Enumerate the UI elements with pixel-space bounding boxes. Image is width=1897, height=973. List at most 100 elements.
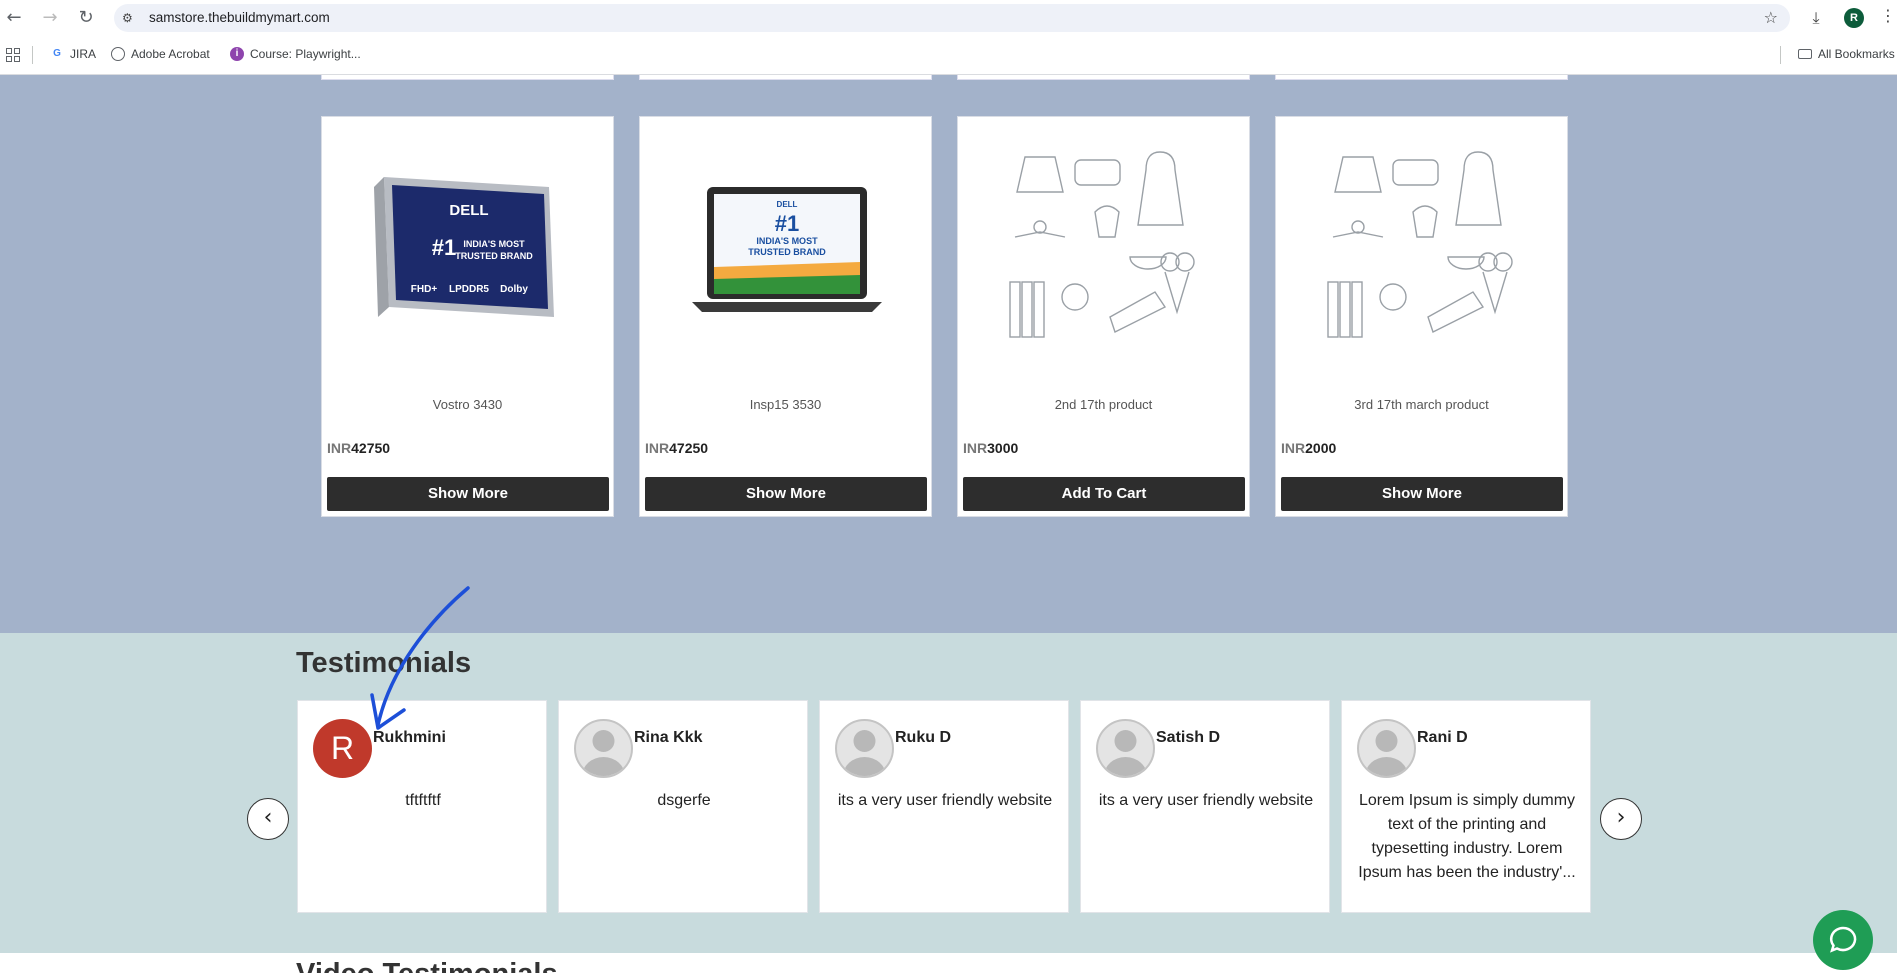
carousel-prev-button[interactable]: ‹ (247, 798, 289, 840)
show-more-button[interactable]: Show More (327, 477, 609, 511)
testimonial-author: Ruku D (895, 729, 951, 746)
testimonial-text: Lorem Ipsum is simply dummy text of the … (1358, 792, 1576, 881)
bookmarks-divider (1780, 46, 1781, 64)
user-avatar-icon (835, 719, 894, 778)
product-image[interactable]: DELL #1 INDIA'S MOST TRUSTED BRAND (650, 127, 923, 377)
products-section: DELL #1 INDIA'S MOST TRUSTED BRAND FHD+ … (0, 75, 1897, 633)
testimonial-text: its a very user friendly website (1098, 792, 1314, 809)
tagline-text: INDIA'S MOST (756, 236, 818, 246)
testimonial-author: Rina Kkk (634, 729, 703, 746)
currency-label: INR (1281, 440, 1306, 456)
course-icon: i (230, 47, 244, 61)
browser-toolbar: ← → ↻ ⚙ samstore.thebuildmymart.com ☆ ⤓ … (0, 0, 1897, 36)
all-bookmarks[interactable]: All Bookmarks (1798, 47, 1895, 61)
product-price: INR42750 (327, 440, 390, 456)
google-icon: G (53, 48, 61, 59)
video-testimonials-title: Video Testimonials (296, 958, 558, 973)
chevron-right-icon: › (1616, 805, 1626, 830)
show-more-button[interactable]: Show More (1281, 477, 1563, 511)
browser-menu-icon[interactable]: ⋮ (1880, 6, 1896, 25)
testimonial-author: Rukhmini (373, 729, 446, 746)
rank-text: #1 (774, 211, 798, 236)
product-name[interactable]: 3rd 17th march product (1276, 397, 1567, 412)
dell-2in1-laptop-image: DELL #1 INDIA'S MOST TRUSTED BRAND FHD+ … (373, 177, 554, 317)
reload-icon[interactable]: ↻ (76, 8, 96, 28)
testimonial-text: tftftftf (405, 792, 441, 809)
address-bar[interactable]: ⚙ samstore.thebuildmymart.com ☆ (114, 4, 1790, 32)
tagline-text: TRUSTED BRAND (455, 251, 533, 261)
globe-icon (111, 47, 125, 61)
tagline-text: TRUSTED BRAND (748, 247, 826, 257)
user-avatar-icon (1357, 719, 1416, 778)
product-name[interactable]: 2nd 17th product (958, 397, 1249, 412)
badge-text: FHD+ (410, 284, 437, 295)
carousel-next-button[interactable]: › (1600, 798, 1642, 840)
currency-label: INR (645, 440, 670, 456)
currency-label: INR (963, 440, 988, 456)
bookmark-label: Course: Playwright... (250, 47, 361, 61)
avatar: R (313, 719, 372, 778)
folder-icon (1798, 49, 1812, 59)
bookmarks-bar: G JIRA Adobe Acrobat i Course: Playwrigh… (0, 36, 1897, 75)
bookmark-adobe-acrobat[interactable]: Adobe Acrobat (111, 47, 210, 61)
testimonial-card: R Rukhmini tftftftf (297, 700, 547, 913)
apps-grid-icon[interactable] (6, 48, 20, 62)
product-card[interactable]: DELL #1 INDIA'S MOST TRUSTED BRAND Insp1… (639, 116, 932, 517)
product-image[interactable] (968, 127, 1241, 377)
all-bookmarks-label: All Bookmarks (1818, 47, 1895, 61)
brand-text: DELL (449, 202, 488, 219)
price-value: 42750 (351, 440, 391, 456)
product-image[interactable]: DELL #1 INDIA'S MOST TRUSTED BRAND FHD+ … (332, 127, 605, 377)
testimonial-card: Ruku D its a very user friendly website (819, 700, 1069, 913)
testimonial-author: Rani D (1417, 729, 1468, 746)
bookmarks-divider (32, 46, 33, 64)
testimonial-text: its a very user friendly website (837, 792, 1053, 809)
chat-icon (1829, 926, 1857, 953)
badge-text: Dolby (500, 284, 528, 295)
forward-icon[interactable]: → (40, 8, 60, 28)
currency-label: INR (327, 440, 352, 456)
user-avatar-icon (1096, 719, 1155, 778)
placeholder-line-art-image (1326, 151, 1513, 338)
product-card[interactable]: 3rd 17th march product INR2000 Show More (1275, 116, 1568, 517)
testimonial-card: Rani D Lorem Ipsum is simply dummy text … (1341, 700, 1591, 913)
user-avatar-icon (574, 719, 633, 778)
testimonials-section: Testimonials R Rukhmini tftftftf Rina Kk… (0, 633, 1897, 953)
badge-text: LPDDR5 (448, 284, 488, 295)
product-card[interactable]: DELL #1 INDIA'S MOST TRUSTED BRAND FHD+ … (321, 116, 614, 517)
show-more-button[interactable]: Show More (645, 477, 927, 511)
product-card-partial (321, 75, 614, 80)
testimonial-text: dsgerfe (657, 792, 711, 809)
testimonial-card: Satish D its a very user friendly websit… (1080, 700, 1330, 913)
product-name[interactable]: Insp15 3530 (640, 397, 931, 412)
product-image[interactable] (1286, 127, 1559, 377)
profile-avatar[interactable]: R (1844, 8, 1864, 28)
download-icon[interactable]: ⤓ (1806, 8, 1826, 28)
chat-widget-button[interactable] (1813, 910, 1873, 970)
bookmark-course-playwright[interactable]: i Course: Playwright... (230, 47, 361, 61)
price-value: 47250 (669, 440, 709, 456)
dell-laptop-image: DELL #1 INDIA'S MOST TRUSTED BRAND (691, 187, 882, 312)
product-price: INR3000 (963, 440, 1018, 456)
chevron-left-icon: ‹ (263, 805, 273, 830)
testimonial-author: Satish D (1156, 729, 1221, 746)
placeholder-line-art-image (1008, 151, 1195, 338)
section-title: Testimonials (296, 647, 472, 679)
rank-text: #1 (431, 235, 455, 260)
bookmark-label: JIRA (70, 47, 97, 61)
back-icon[interactable]: ← (4, 8, 24, 28)
product-name[interactable]: Vostro 3430 (322, 397, 613, 412)
brand-text: DELL (776, 200, 797, 209)
url-text[interactable]: samstore.thebuildmymart.com (149, 10, 330, 25)
bookmark-jira[interactable]: G JIRA (50, 47, 96, 61)
tagline-text: INDIA'S MOST (463, 239, 525, 249)
add-to-cart-button[interactable]: Add To Cart (963, 477, 1245, 511)
product-card-partial (639, 75, 932, 80)
bookmark-label: Adobe Acrobat (131, 47, 210, 61)
bookmark-star-icon[interactable]: ☆ (1764, 8, 1778, 27)
product-price: INR2000 (1281, 440, 1336, 456)
testimonial-card: Rina Kkk dsgerfe (558, 700, 808, 913)
product-card[interactable]: 2nd 17th product INR3000 Add To Cart (957, 116, 1250, 517)
product-price: INR47250 (645, 440, 708, 456)
site-info-icon[interactable]: ⚙ (122, 10, 138, 26)
